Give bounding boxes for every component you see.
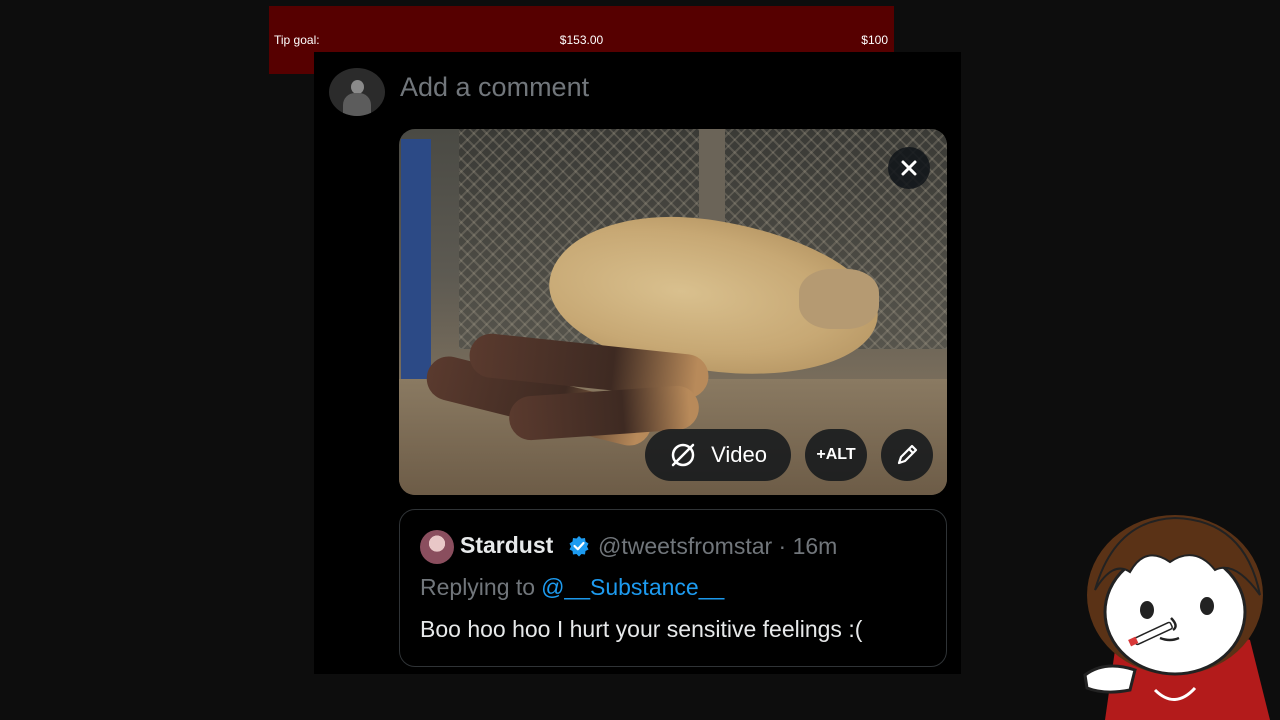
replying-mention-link[interactable]: @__Substance__ (541, 574, 724, 600)
streamer-mascot-avatar (1083, 515, 1270, 720)
quoted-tweet-avatar (420, 530, 454, 564)
tip-goal-target: $100 (861, 33, 888, 47)
gif-video-icon (671, 443, 695, 467)
user-avatar (329, 68, 385, 116)
add-alt-text-button[interactable]: +ALT (805, 429, 867, 481)
quoted-tweet-handle: @tweetsfromstar · 16m (598, 533, 838, 559)
tip-goal-label: Tip goal: (274, 33, 320, 47)
remove-media-button[interactable] (888, 147, 930, 189)
quoted-tweet-text: Boo hoo hoo I hurt your sensitive feelin… (420, 616, 863, 642)
pencil-icon (897, 444, 918, 465)
comment-input[interactable]: Add a comment (400, 72, 589, 103)
close-icon (901, 160, 917, 176)
convert-to-video-button[interactable]: Video (645, 429, 791, 481)
verified-badge-icon (569, 536, 589, 557)
replying-prefix: Replying to (420, 574, 536, 600)
alt-label: +ALT (816, 446, 856, 463)
edit-media-button[interactable] (881, 429, 933, 481)
quoted-tweet-name: Stardust (460, 532, 554, 558)
replying-to-line: Replying to @__Substance__ (420, 574, 724, 601)
tip-goal-current: $153.00 (559, 33, 604, 47)
video-label: Video (711, 442, 767, 467)
